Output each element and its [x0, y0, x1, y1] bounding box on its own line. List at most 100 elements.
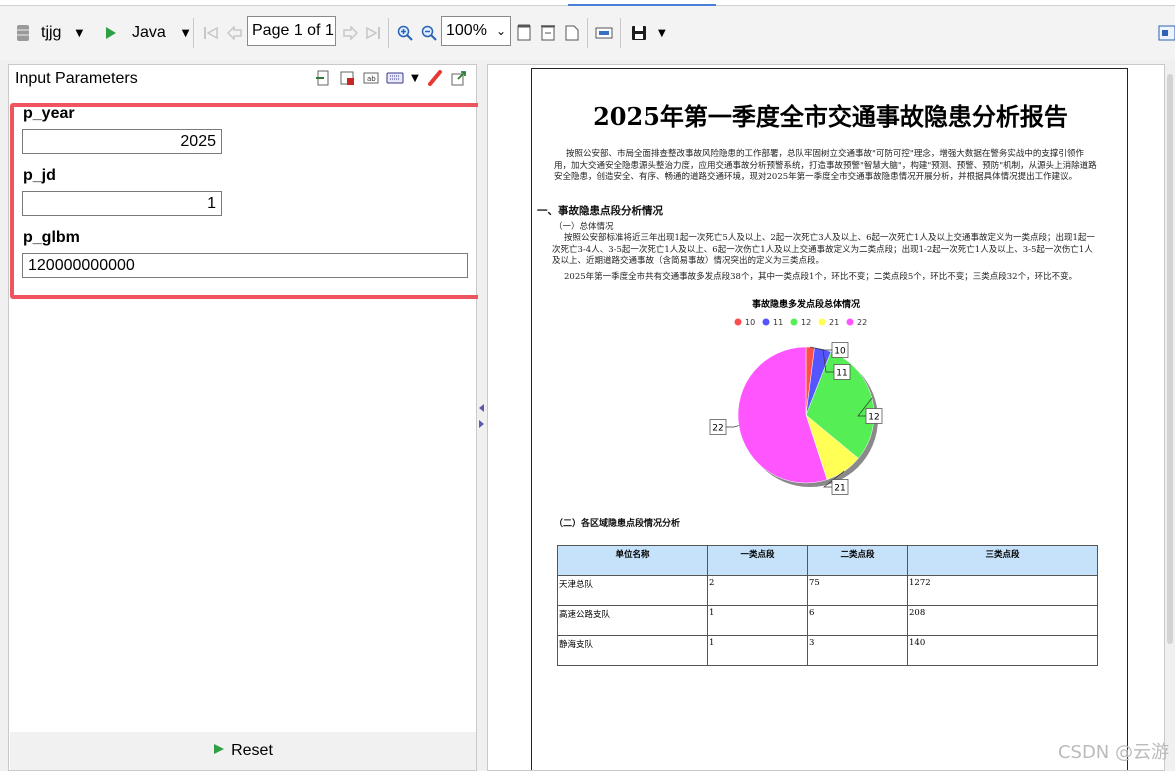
- legend-swatch: [762, 318, 770, 326]
- table-header-cell: 三类点段: [907, 545, 1098, 576]
- page-actual-size-icon: [515, 24, 533, 42]
- page-fit-icon: [563, 24, 581, 42]
- table-header-cell: 二类点段: [807, 545, 908, 576]
- zoom-in-button[interactable]: [396, 20, 414, 46]
- zoom-out-button[interactable]: [420, 20, 438, 46]
- reset-button[interactable]: Reset: [10, 732, 476, 770]
- legend-swatch: [790, 318, 798, 326]
- table-cell: 3: [807, 635, 908, 666]
- report-name: tjjg: [41, 24, 62, 41]
- param-label-p-glbm: p_glbm: [23, 229, 80, 246]
- table-cell: 1: [707, 605, 808, 636]
- chevron-down-icon[interactable]: ⌄: [496, 24, 506, 38]
- zoom-select[interactable]: 100% ⌄: [441, 16, 511, 46]
- chart-legend: 10 11 12 21 22: [734, 318, 867, 327]
- report-selector[interactable]: tjjg ▼: [14, 20, 83, 46]
- panel-title: Input Parameters: [15, 70, 138, 87]
- collapse-left-icon[interactable]: [479, 404, 484, 412]
- table-cell: 高速公路支队: [557, 605, 708, 636]
- fit-width-button[interactable]: [539, 20, 557, 46]
- next-page-icon: [341, 24, 359, 42]
- keyboard-icon[interactable]: [386, 69, 404, 87]
- section-heading-2: （二）各区域隐患点段情况分析: [554, 519, 681, 529]
- zoom-value: 100%: [446, 22, 487, 39]
- viewer-scrollbar[interactable]: [1165, 64, 1175, 771]
- window-view-button[interactable]: [1158, 20, 1175, 46]
- table-cell: 1: [707, 635, 808, 666]
- summary-paragraph: 2025年第一季度全市共有交通事故多发点段38个，其中一类点段1个，环比不变；二…: [564, 272, 1078, 282]
- param-input-p-year[interactable]: 2025: [22, 129, 222, 154]
- legend-swatch: [818, 318, 826, 326]
- table-cell: 208: [907, 605, 1098, 636]
- text-params-icon[interactable]: ab: [362, 69, 380, 87]
- pie-chart: 事故隐患多发点段总体情况 10 11 12 21 22 10 11 12 21 22: [709, 298, 883, 495]
- eraser-icon[interactable]: [426, 69, 444, 87]
- export-params-icon[interactable]: [450, 69, 468, 87]
- toolbar-separator: [587, 18, 588, 48]
- first-page-button[interactable]: [202, 20, 220, 46]
- first-page-icon: [202, 24, 220, 42]
- chevron-down-icon[interactable]: ▼: [75, 28, 83, 39]
- fit-page-button[interactable]: [563, 20, 581, 46]
- chevron-down-icon[interactable]: ▼: [410, 69, 420, 87]
- save-button[interactable]: ▼: [630, 20, 666, 46]
- subheading-overall: （一）总体情况: [554, 222, 614, 232]
- table-cell: 天津总队: [557, 575, 708, 606]
- table-header-cell: 单位名称: [557, 545, 708, 576]
- table-row: 高速公路支队 1 6 208: [557, 605, 1098, 636]
- param-label-p-year: p_year: [23, 105, 75, 122]
- expand-right-icon[interactable]: [479, 420, 484, 428]
- legend-label: 22: [857, 318, 867, 327]
- page-indicator[interactable]: Page 1 of 1: [247, 16, 336, 46]
- report-page: 2025年第一季度全市交通事故隐患分析报告 按照公安部、市局全面排查整改事故风险…: [531, 68, 1128, 770]
- pie-label: 12: [868, 413, 879, 423]
- report-viewer: 2025年第一季度全市交通事故隐患分析报告 按照公安部、市局全面排查整改事故风险…: [487, 64, 1165, 771]
- svg-text:ab: ab: [367, 75, 376, 83]
- reset-label: Reset: [231, 742, 273, 759]
- table-header-row: 单位名称 一类点段 二类点段 三类点段: [557, 545, 1098, 576]
- zoom-in-icon: [396, 24, 414, 42]
- param-input-p-jd[interactable]: 1: [22, 191, 222, 216]
- prev-page-button[interactable]: [226, 20, 244, 46]
- save-params-icon[interactable]: [338, 69, 356, 87]
- param-input-p-glbm[interactable]: 120000000000: [22, 253, 468, 278]
- database-icon: [14, 24, 32, 42]
- last-page-icon: [364, 24, 382, 42]
- run-button[interactable]: Java ▼: [102, 20, 190, 46]
- legend-label: 12: [801, 318, 811, 327]
- run-mode-label: Java: [132, 24, 166, 41]
- import-params-icon[interactable]: [314, 69, 332, 87]
- floppy-disk-icon: [630, 24, 648, 42]
- table-row: 天津总队 2 75 1272: [557, 575, 1098, 606]
- toolbar-separator: [193, 18, 194, 48]
- pie-callout-line: [726, 425, 739, 428]
- pie-label: 21: [834, 484, 845, 494]
- toolbar-separator: [388, 18, 389, 48]
- pie-slices: [737, 346, 875, 484]
- chevron-down-icon[interactable]: ▼: [658, 28, 666, 39]
- table-row: 静海支队 1 3 140: [557, 635, 1098, 666]
- pie-label: 22: [712, 424, 723, 434]
- table-cell: 静海支队: [557, 635, 708, 666]
- table-header-cell: 一类点段: [707, 545, 808, 576]
- table-cell: 140: [907, 635, 1098, 666]
- fit-actual-button[interactable]: [515, 20, 533, 46]
- chart-title: 事故隐患多发点段总体情况: [752, 298, 860, 310]
- report-intro: 按照公安部、市局全面排查整改事故风险隐患的工作部署，总队牢固树立交通事故"可防可…: [554, 149, 1097, 182]
- pie-label: 10: [834, 347, 846, 357]
- last-page-button[interactable]: [364, 20, 382, 46]
- input-parameters-panel: Input Parameters ab ▼ p_year 2025 p_jd 1…: [8, 64, 483, 771]
- panel-splitter[interactable]: [478, 64, 486, 771]
- table-cell: 75: [807, 575, 908, 606]
- legend-swatch: [846, 318, 854, 326]
- scrollbar-thumb[interactable]: [1167, 74, 1173, 644]
- section-heading-1: 一、事故隐患点段分析情况: [537, 205, 663, 217]
- legend-label: 21: [829, 318, 839, 327]
- print-icon: [595, 24, 613, 42]
- print-button[interactable]: [595, 20, 613, 46]
- panel-actions: ab ▼: [314, 69, 468, 87]
- next-page-button[interactable]: [341, 20, 359, 46]
- legend-label: 10: [745, 318, 755, 327]
- table-cell: 6: [807, 605, 908, 636]
- chevron-down-icon[interactable]: ▼: [182, 28, 190, 39]
